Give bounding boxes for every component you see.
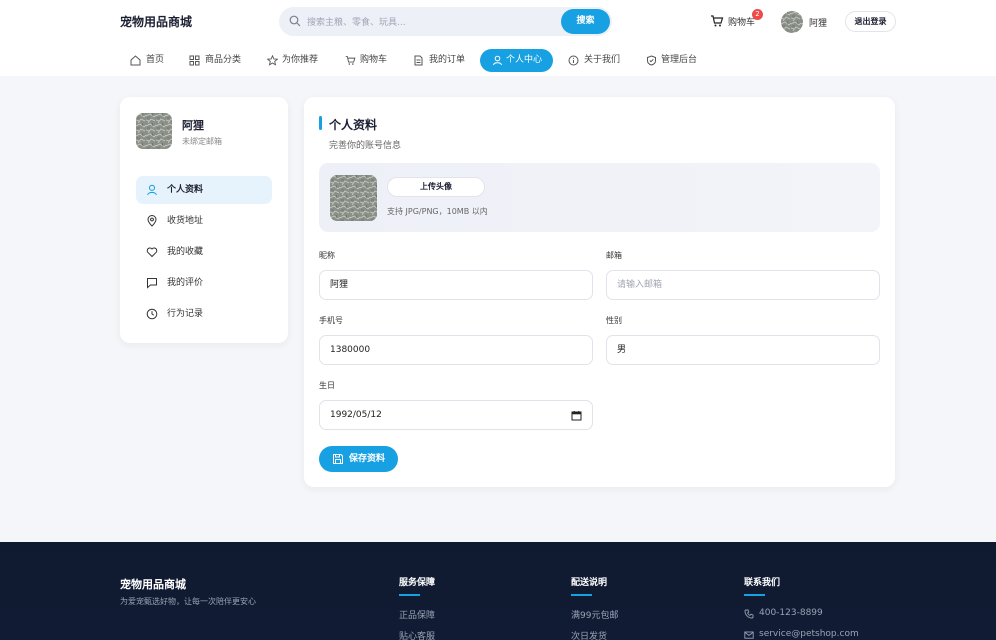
nav-item-admin[interactable]: 管理后台: [646, 49, 706, 72]
sidebar-item-label: 我的评价: [167, 278, 204, 288]
avatar[interactable]: [781, 11, 803, 33]
brand-logo-text[interactable]: 宠物用品商城: [120, 13, 192, 30]
footer-link[interactable]: 正品保障: [399, 608, 435, 621]
page-title: 个人资料: [329, 118, 378, 132]
search-input[interactable]: 搜索主粮、零食、玩具...: [307, 15, 406, 28]
save-profile-button[interactable]: 保存资料: [319, 446, 398, 472]
email-field[interactable]: 请输入邮箱: [606, 270, 880, 300]
calendar-icon[interactable]: [571, 410, 582, 421]
info-icon: [568, 55, 579, 66]
nav-label: 我的订单: [429, 55, 466, 65]
nickname-field[interactable]: 阿狸: [319, 270, 593, 300]
footer-column-title: 服务保障: [399, 578, 436, 588]
nav-label: 关于我们: [584, 55, 621, 65]
location-pin-icon: [147, 215, 157, 227]
footer-brand: 宠物用品商城: [120, 578, 186, 591]
document-icon: [414, 55, 423, 66]
sidebar-item-label: 个人资料: [167, 185, 204, 195]
gender-field[interactable]: 男: [606, 335, 880, 365]
footer-link[interactable]: 贴心客服: [399, 629, 435, 640]
sidebar-item-reviews[interactable]: 我的评价: [136, 269, 272, 297]
cart-label: 购物车: [728, 18, 756, 28]
sidebar-item-label: 我的收藏: [167, 247, 204, 257]
footer-phone-text: 400-123-8899: [759, 608, 823, 618]
cart-count-badge: 2: [752, 9, 763, 20]
footer-title-underline: [571, 594, 592, 596]
upload-avatar-button[interactable]: 上传头像: [387, 177, 485, 197]
star-icon: [267, 55, 278, 66]
search-bar: 搜索主粮、零食、玩具... 搜索: [279, 7, 612, 36]
home-icon: [130, 55, 141, 66]
nickname-label: 昵称: [319, 251, 335, 260]
avatar-preview: [330, 175, 377, 221]
footer-column-title: 联系我们: [744, 578, 781, 588]
avatar-upload-panel: 上传头像 支持 JPG/PNG，10MB 以内: [319, 163, 880, 232]
footer-email-text: service@petshop.com: [759, 629, 859, 639]
sidebar-avatar: [136, 113, 172, 149]
user-icon: [147, 184, 157, 196]
footer-link[interactable]: 次日发货: [571, 629, 607, 640]
grid-icon: [189, 55, 200, 66]
footer-delivery-column: 配送说明 满99元包邮 次日发货: [571, 575, 618, 640]
birthday-value: 1992/05/12: [330, 410, 382, 420]
footer-email[interactable]: service@petshop.com: [744, 629, 859, 639]
shield-icon: [647, 55, 656, 66]
phone-label: 手机号: [319, 316, 343, 325]
nav-label: 个人中心: [506, 55, 543, 65]
birthday-field[interactable]: 1992/05/12: [319, 400, 593, 430]
email-status: 未绑定邮箱: [182, 137, 222, 146]
user-icon: [493, 55, 502, 66]
nav-item-home[interactable]: 首页: [130, 49, 176, 72]
nav-item-categories[interactable]: 商品分类: [189, 49, 249, 72]
phone-icon: [744, 609, 754, 619]
footer-phone[interactable]: 400-123-8899: [744, 608, 823, 619]
save-icon: [333, 454, 343, 464]
search-icon: [289, 15, 301, 27]
footer-tagline: 为爱宠甄选好物，让每一次陪伴更安心: [120, 597, 256, 606]
sidebar-item-history[interactable]: 行为记录: [136, 300, 272, 328]
footer-column-title: 配送说明: [571, 578, 608, 588]
nav-label: 商品分类: [205, 55, 242, 65]
save-label: 保存资料: [349, 454, 386, 464]
email-label: 邮箱: [606, 251, 622, 260]
mail-icon: [744, 631, 754, 639]
footer-title-underline: [399, 594, 420, 596]
comment-icon: [147, 278, 157, 289]
sidebar-item-profile[interactable]: 个人资料: [136, 176, 272, 204]
profile-panel: 个人资料 完善你的账号信息 上传头像 支持 JPG/PNG，10MB 以内 昵称…: [304, 97, 895, 487]
sidebar-item-address[interactable]: 收货地址: [136, 207, 272, 235]
cart-icon: [711, 15, 724, 27]
nav-label: 为你推荐: [282, 55, 319, 65]
profile-sidebar: 阿狸 未绑定邮箱 个人资料 收货地址 我的收藏 我的评价 行为记录: [120, 97, 288, 343]
clock-icon: [146, 308, 158, 320]
cart-icon: [345, 56, 356, 65]
nav-item-orders[interactable]: 我的订单: [413, 49, 469, 72]
title-accent-bar: [319, 116, 322, 130]
gender-label: 性别: [606, 316, 622, 325]
logout-button[interactable]: 退出登录: [845, 11, 896, 32]
nav-item-recommend[interactable]: 为你推荐: [267, 49, 327, 72]
sidebar-item-label: 行为记录: [167, 309, 204, 319]
page-subtitle: 完善你的账号信息: [329, 141, 402, 151]
nav-item-profile[interactable]: 个人中心: [480, 49, 553, 72]
sidebar-item-favorites[interactable]: 我的收藏: [136, 238, 272, 266]
nav-label: 管理后台: [661, 55, 698, 65]
birthday-label: 生日: [319, 381, 335, 390]
sidebar-username: 阿狸: [182, 119, 204, 132]
nav-item-about[interactable]: 关于我们: [568, 49, 624, 72]
footer-title-underline: [744, 594, 765, 596]
username[interactable]: 阿狸: [809, 16, 827, 29]
heart-icon: [146, 247, 158, 258]
footer-contact-column: 联系我们 400-123-8899 service@petshop.com: [744, 575, 859, 639]
footer-service-column: 服务保障 正品保障 贴心客服: [399, 575, 436, 640]
phone-field[interactable]: 1380000: [319, 335, 593, 365]
upload-hint: 支持 JPG/PNG，10MB 以内: [387, 207, 488, 216]
site-footer: 宠物用品商城 为爱宠甄选好物，让每一次陪伴更安心 服务保障 正品保障 贴心客服 …: [0, 542, 996, 640]
nav-label: 购物车: [360, 55, 388, 65]
sidebar-item-label: 收货地址: [167, 216, 204, 226]
nav-label: 首页: [146, 55, 165, 65]
nav-item-cart[interactable]: 购物车: [345, 49, 395, 72]
footer-link[interactable]: 满99元包邮: [571, 608, 618, 621]
search-button[interactable]: 搜索: [561, 9, 610, 34]
